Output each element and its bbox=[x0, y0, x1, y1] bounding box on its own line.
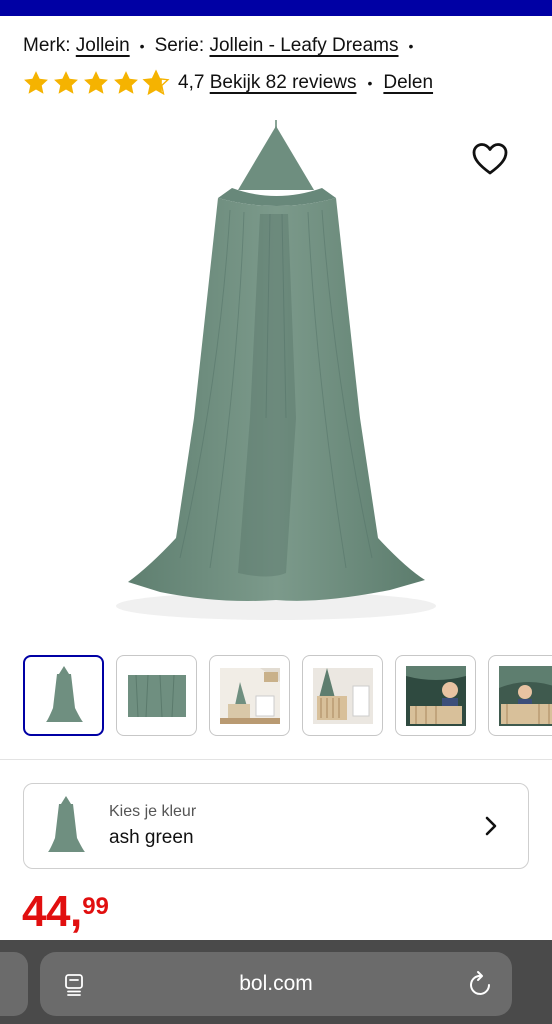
section-divider bbox=[0, 759, 552, 760]
product-main-image[interactable] bbox=[110, 118, 442, 630]
thumbnail-6[interactable] bbox=[488, 655, 552, 736]
price: 44, 99 bbox=[22, 888, 109, 936]
star-icon bbox=[114, 71, 138, 94]
reload-icon[interactable] bbox=[468, 970, 494, 998]
top-accent-bar bbox=[0, 0, 552, 16]
browser-toolbar: bol.com bbox=[0, 940, 552, 1024]
thumbnail-strip[interactable] bbox=[23, 655, 552, 737]
separator-dot: • bbox=[408, 38, 414, 54]
price-decimals: 99 bbox=[82, 893, 109, 920]
star-half-icon bbox=[142, 69, 170, 96]
thumbnail-4[interactable] bbox=[302, 655, 383, 736]
canopy-thumbnail-image bbox=[45, 665, 83, 722]
star-icon bbox=[84, 71, 108, 94]
thumbnail-2[interactable] bbox=[116, 655, 197, 736]
share-link[interactable]: Delen bbox=[383, 72, 433, 94]
star-icon bbox=[54, 71, 78, 94]
series-link[interactable]: Jollein - Leafy Dreams bbox=[209, 35, 398, 57]
nursery-thumbnail-image bbox=[219, 667, 280, 724]
fabric-thumbnail-image bbox=[127, 674, 186, 717]
price-comma: , bbox=[69, 887, 83, 936]
star-rating bbox=[22, 69, 170, 97]
brand-series-line: Merk: Jollein • Serie: Jollein - Leafy D… bbox=[23, 32, 423, 60]
thumbnail-3[interactable] bbox=[209, 655, 290, 736]
chevron-right-icon bbox=[485, 816, 497, 836]
heart-icon[interactable] bbox=[471, 142, 509, 176]
previous-tab[interactable] bbox=[0, 952, 28, 1016]
separator-dot: • bbox=[367, 75, 373, 91]
brand-link[interactable]: Jollein bbox=[76, 35, 130, 57]
price-whole: 44 bbox=[22, 887, 70, 936]
rating-line: 4,7 Bekijk 82 reviews • Delen bbox=[22, 68, 433, 98]
reviews-link[interactable]: Bekijk 82 reviews bbox=[210, 72, 357, 94]
star-icon bbox=[24, 71, 48, 94]
thumbnail-5[interactable] bbox=[395, 655, 476, 736]
separator-dot: • bbox=[139, 38, 145, 54]
color-swatch-image bbox=[48, 796, 85, 852]
address-bar[interactable]: bol.com bbox=[40, 952, 512, 1016]
rating-value: 4,7 bbox=[178, 72, 205, 93]
thumbnail-1[interactable] bbox=[23, 655, 104, 736]
brand-label: Merk: bbox=[23, 35, 71, 56]
selected-color: ash green bbox=[109, 827, 194, 848]
color-selector-label: Kies je kleur bbox=[109, 803, 197, 820]
child-thumbnail-image bbox=[405, 665, 466, 726]
color-selector[interactable]: Kies je kleur ash green bbox=[23, 783, 529, 869]
child-crib-thumbnail-image bbox=[498, 665, 552, 726]
series-label: Serie: bbox=[154, 35, 205, 56]
crib-thumbnail-image bbox=[312, 667, 373, 724]
url-text: bol.com bbox=[239, 972, 313, 995]
